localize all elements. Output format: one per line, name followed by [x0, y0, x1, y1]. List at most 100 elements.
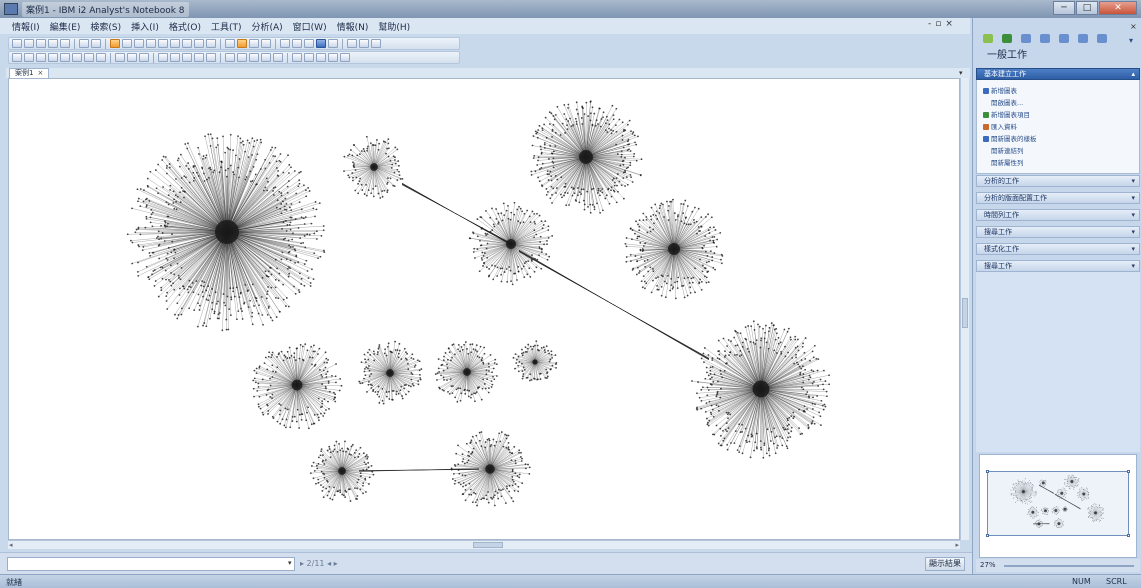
refresh-icon[interactable] — [1078, 34, 1088, 43]
resize-handle[interactable] — [986, 470, 989, 473]
align-right-icon[interactable] — [139, 53, 149, 62]
close-button[interactable]: ✕ — [1099, 1, 1137, 15]
user-icon[interactable] — [1002, 34, 1012, 43]
fit-icon[interactable] — [371, 39, 381, 48]
network-icon[interactable] — [316, 39, 326, 48]
task-new-chart[interactable]: 新增圖表 — [983, 85, 1017, 95]
network-graph[interactable] — [9, 79, 960, 540]
options-icon[interactable] — [340, 53, 350, 62]
open-icon[interactable] — [24, 39, 34, 48]
menu-item-file[interactable]: 情報(I) — [10, 20, 42, 33]
task-open-chart[interactable]: 開啟圖表... — [991, 97, 1023, 107]
menu-item-intel[interactable]: 情報(N) — [335, 20, 371, 33]
link-icon[interactable] — [146, 39, 156, 48]
section-style-tasks[interactable]: 樣式化工作 ▾ — [976, 243, 1140, 255]
section-analysis-tasks[interactable]: 分析的工作 ▾ — [976, 175, 1140, 187]
section-search-tasks-2[interactable]: 搜尋工作 ▾ — [976, 260, 1140, 272]
task-new-item[interactable]: 新增圖表項目 — [983, 109, 1030, 119]
redo-icon[interactable] — [91, 39, 101, 48]
preview-icon[interactable] — [60, 39, 70, 48]
align-center-icon[interactable] — [127, 53, 137, 62]
highlight-icon[interactable] — [237, 39, 247, 48]
maximize-button[interactable]: □ — [1076, 1, 1098, 15]
vertical-scrollbar[interactable] — [960, 78, 969, 540]
box-icon[interactable] — [182, 39, 192, 48]
pointer-icon[interactable] — [12, 53, 22, 62]
delete-icon[interactable] — [48, 53, 58, 62]
properties-icon[interactable] — [328, 39, 338, 48]
underline-icon[interactable] — [84, 53, 94, 62]
tab-list-icon[interactable]: ▾ — [959, 69, 963, 77]
menu-item-analysis[interactable]: 分析(A) — [249, 20, 284, 33]
pin-icon[interactable]: ▾ — [1129, 36, 1133, 45]
task-link-bar[interactable]: 開新連結列 — [991, 145, 1024, 155]
menu-item-edit[interactable]: 編集(E) — [48, 20, 83, 33]
theme-line-icon[interactable] — [158, 39, 168, 48]
snap-icon[interactable] — [292, 53, 302, 62]
grid-icon[interactable] — [225, 39, 235, 48]
link-tool-icon[interactable] — [1021, 34, 1031, 43]
new-icon[interactable] — [12, 39, 22, 48]
distribute-icon[interactable] — [316, 53, 326, 62]
rotate-icon[interactable] — [273, 53, 283, 62]
home-icon[interactable] — [983, 34, 993, 43]
node-cluster[interactable] — [512, 340, 558, 382]
section-search-tasks[interactable]: 搜尋工作 ▾ — [976, 226, 1140, 238]
horizontal-scrollbar[interactable]: ◂ ▸ — [8, 540, 960, 549]
arrow-style-icon[interactable] — [182, 53, 192, 62]
scroll-right-icon[interactable]: ▸ — [955, 541, 959, 550]
node-cluster[interactable] — [468, 201, 554, 286]
settings-icon[interactable] — [1097, 34, 1107, 43]
paste-icon[interactable] — [36, 53, 46, 62]
italic-icon[interactable] — [72, 53, 82, 62]
zoom-in-icon[interactable] — [347, 39, 357, 48]
menu-item-window[interactable]: 窗口(W) — [291, 20, 329, 33]
back-icon[interactable] — [1040, 34, 1050, 43]
hand-icon[interactable] — [122, 39, 132, 48]
menu-item-search[interactable]: 検索(S) — [88, 20, 123, 33]
task-template[interactable]: 開新圖表的樣板 — [983, 133, 1037, 143]
node-cluster[interactable] — [530, 100, 643, 214]
show-results-button[interactable]: 顯示結果 — [925, 557, 965, 571]
task-attribute-bar[interactable]: 開新屬性列 — [991, 157, 1024, 167]
minimize-button[interactable]: ─ — [1053, 1, 1075, 15]
task-import[interactable]: 匯入資料 — [983, 121, 1017, 131]
mdi-close-button[interactable]: × — [945, 19, 953, 29]
bold-icon[interactable] — [60, 53, 70, 62]
menu-item-insert[interactable]: 挿入(I) — [129, 20, 161, 33]
node-cluster[interactable] — [343, 135, 404, 199]
ungroup-icon[interactable] — [261, 53, 271, 62]
find-path-icon[interactable] — [280, 39, 290, 48]
chevron-down-icon[interactable]: ▾ — [288, 560, 294, 567]
node-cluster[interactable] — [358, 340, 423, 405]
resize-handle[interactable] — [1127, 470, 1130, 473]
forward-icon[interactable] — [1059, 34, 1069, 43]
overview-window[interactable] — [979, 454, 1137, 558]
line-style-icon[interactable] — [158, 53, 168, 62]
fill-color-icon[interactable] — [194, 53, 204, 62]
font-color-icon[interactable] — [96, 53, 106, 62]
section-layout-tasks[interactable]: 分析的版面配置工作 ▾ — [976, 192, 1140, 204]
bring-front-icon[interactable] — [225, 53, 235, 62]
label-icon[interactable] — [194, 39, 204, 48]
zoom-out-icon[interactable] — [359, 39, 369, 48]
vertical-scroll-thumb[interactable] — [962, 298, 968, 328]
save-icon[interactable] — [36, 39, 46, 48]
task-pane-close-icon[interactable]: × — [1130, 22, 1137, 31]
copy-icon[interactable] — [24, 53, 34, 62]
scroll-left-icon[interactable]: ◂ — [9, 541, 13, 550]
size-icon[interactable] — [328, 53, 338, 62]
horizontal-scroll-thumb[interactable] — [473, 542, 503, 548]
group-icon[interactable] — [249, 53, 259, 62]
find-clusters-icon[interactable] — [304, 39, 314, 48]
undo-icon[interactable] — [79, 39, 89, 48]
tab-chart-1[interactable]: 案例1 × — [9, 68, 50, 78]
menu-item-tools[interactable]: 工具(T) — [209, 20, 244, 33]
find-linked-icon[interactable] — [292, 39, 302, 48]
section-basic-tasks[interactable]: 基本建立工作 ▴ — [976, 68, 1140, 80]
resize-handle[interactable] — [986, 534, 989, 537]
node-cluster[interactable] — [691, 320, 831, 459]
print-icon[interactable] — [48, 39, 58, 48]
line-width-icon[interactable] — [170, 53, 180, 62]
search-input[interactable] — [7, 557, 295, 571]
